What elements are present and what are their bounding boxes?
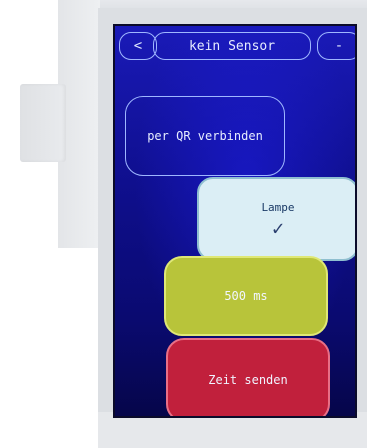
check-icon: ✓ bbox=[271, 215, 285, 240]
interval-label: 500 ms bbox=[224, 289, 268, 303]
touch-screen: < kein Sensor - per QR verbinden Lampe ✓… bbox=[113, 24, 357, 418]
sensor-title-label: kein Sensor bbox=[188, 38, 276, 54]
qr-connect-label: per QR verbinden bbox=[147, 129, 263, 143]
back-button[interactable]: < bbox=[119, 32, 157, 60]
back-icon: < bbox=[133, 38, 143, 54]
minus-button[interactable]: - bbox=[317, 32, 355, 60]
interval-button[interactable]: 500 ms bbox=[164, 256, 328, 336]
lamp-toggle-button[interactable]: Lampe ✓ bbox=[197, 177, 355, 261]
sensor-title: kein Sensor bbox=[153, 32, 311, 60]
send-time-label: Zeit senden bbox=[208, 373, 288, 387]
minus-icon: - bbox=[334, 38, 344, 54]
send-time-button[interactable]: Zeit senden bbox=[166, 338, 330, 416]
qr-connect-button[interactable]: per QR verbinden bbox=[125, 96, 285, 176]
lamp-label: Lampe bbox=[261, 200, 295, 214]
device-side-tab bbox=[20, 84, 66, 162]
